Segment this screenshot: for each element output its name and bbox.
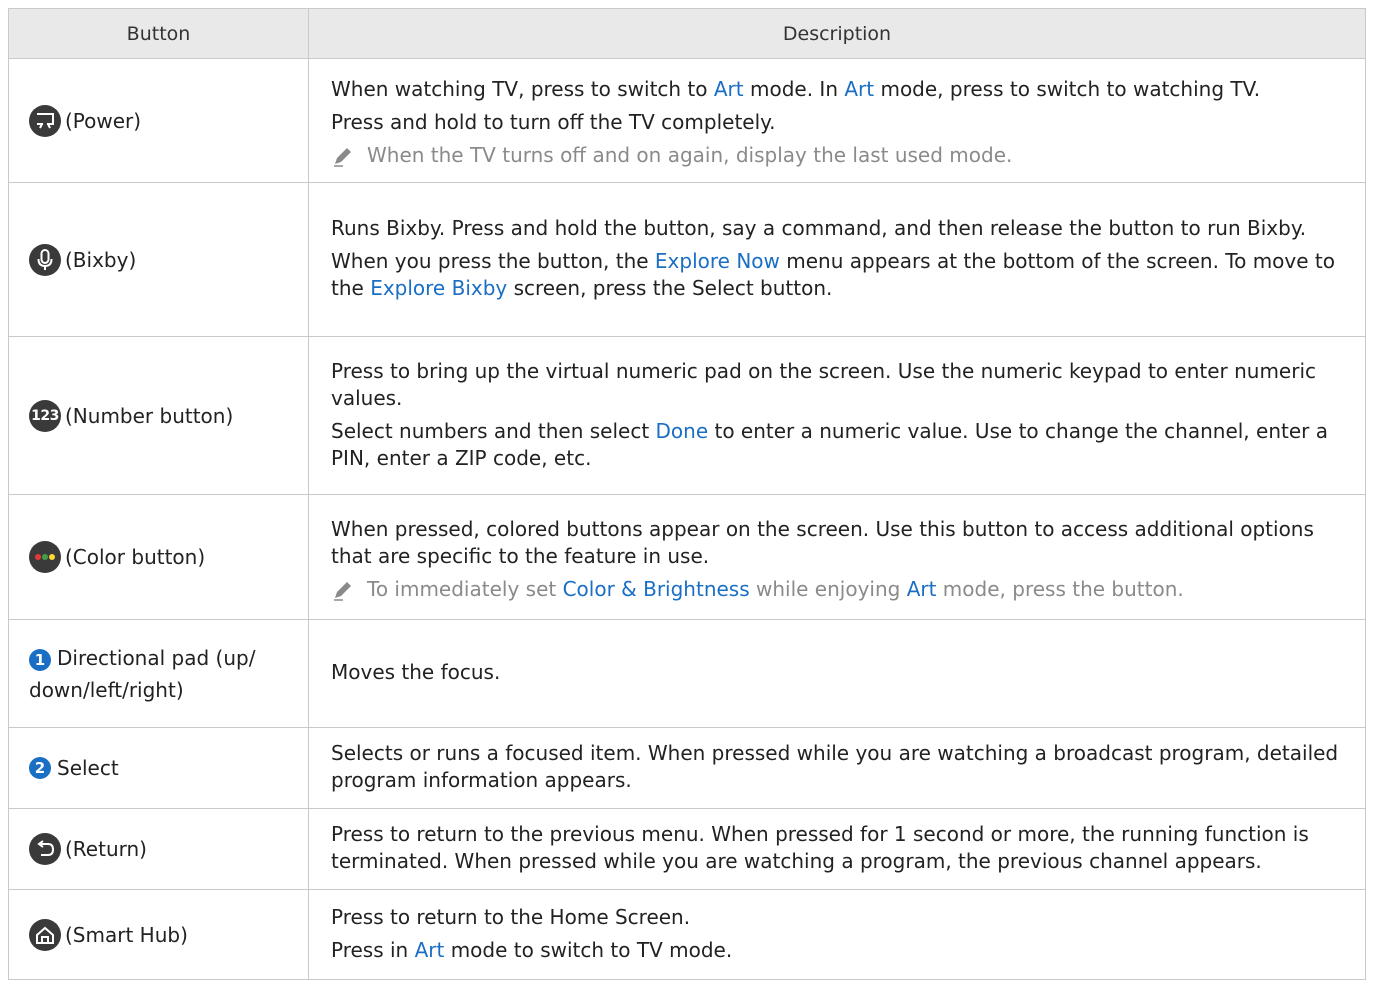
button-label: (Power) bbox=[65, 108, 142, 133]
microphone-icon bbox=[29, 243, 61, 276]
table-row: (Return) Press to return to the previous… bbox=[8, 808, 1366, 890]
description-paragraph: Selects or runs a focused item. When pre… bbox=[331, 741, 1339, 792]
description-paragraph: Press to bring up the virtual numeric pa… bbox=[331, 358, 1317, 410]
button-cell: (Smart Hub) bbox=[8, 889, 309, 980]
description-cell: Press to bring up the virtual numeric pa… bbox=[308, 336, 1366, 495]
description-cell: When pressed, colored buttons appear on … bbox=[308, 494, 1366, 620]
description-paragraph: Press in Art mode to switch to TV mode. bbox=[331, 937, 733, 962]
button-label: (Return) bbox=[65, 837, 147, 861]
table-row: (Color button) When pressed, colored but… bbox=[8, 494, 1366, 620]
button-cell: (Return) bbox=[8, 808, 309, 890]
number-123-icon: 123 bbox=[29, 399, 61, 432]
return-arrow-icon bbox=[29, 833, 61, 865]
description-cell: Press to return to the previous menu. Wh… bbox=[308, 808, 1366, 890]
button-cell: 123 (Number button) bbox=[8, 336, 309, 495]
color-dots-icon bbox=[29, 541, 61, 573]
table-row: 1 Directional pad (up/ down/left/right) M… bbox=[8, 619, 1366, 728]
number-badge-1: 1 bbox=[29, 648, 51, 671]
description-paragraph: Moves the focus. bbox=[331, 660, 501, 684]
power-art-icon bbox=[29, 104, 61, 137]
pencil-note-icon bbox=[334, 148, 351, 167]
description-cell: Selects or runs a focused item. When pre… bbox=[308, 727, 1366, 809]
description-paragraph: Runs Bixby. Press and hold the button, s… bbox=[331, 216, 1307, 240]
home-icon bbox=[29, 918, 61, 951]
button-label: (Number button) bbox=[65, 403, 234, 428]
number-badge-2: 2 bbox=[29, 757, 51, 779]
table-row: (Bixby) Runs Bixby. Press and hold the b… bbox=[8, 182, 1366, 337]
note: When the TV turns off and on again, disp… bbox=[331, 142, 1345, 169]
note-text: To immediately set Color & Brightness wh… bbox=[367, 576, 1184, 601]
table-row: 123 (Number button) Press to bring up th… bbox=[8, 336, 1366, 495]
description-paragraph: When watching TV, press to switch to Art… bbox=[331, 77, 1261, 101]
description-cell: Moves the focus. bbox=[308, 619, 1366, 728]
button-label: (Bixby) bbox=[65, 247, 137, 272]
button-label: (Color button) bbox=[65, 545, 206, 569]
button-label: Directional pad (up/ down/left/right) bbox=[29, 645, 256, 702]
description-cell: Runs Bixby. Press and hold the button, s… bbox=[308, 182, 1366, 337]
pencil-note-icon bbox=[334, 581, 351, 601]
button-cell: (Color button) bbox=[8, 494, 309, 620]
table-row: (Smart Hub) Press to return to the Home … bbox=[8, 889, 1366, 980]
description-paragraph: Press and hold to turn off the TV comple… bbox=[331, 110, 776, 134]
button-cell: (Power) bbox=[8, 58, 309, 183]
table-row: (Power) When watching TV, press to switc… bbox=[8, 58, 1366, 183]
button-cell: 1 Directional pad (up/ down/left/right) bbox=[8, 619, 309, 728]
table-row: 2 Select Selects or runs a focused item. … bbox=[8, 727, 1366, 809]
description-cell: When watching TV, press to switch to Art… bbox=[308, 58, 1366, 183]
description-paragraph: When pressed, colored buttons appear on … bbox=[331, 516, 1314, 568]
button-cell: (Bixby) bbox=[8, 182, 309, 337]
note-text: When the TV turns off and on again, disp… bbox=[367, 143, 1013, 167]
header-description: Description bbox=[308, 8, 1366, 59]
button-label: (Smart Hub) bbox=[65, 922, 188, 947]
description-paragraph: When you press the button, the Explore N… bbox=[331, 249, 1335, 300]
description-paragraph: Select numbers and then select Done to e… bbox=[331, 418, 1328, 470]
note: To immediately set Color & Brightness wh… bbox=[331, 576, 1345, 603]
description-cell: Press to return to the Home Screen. Pres… bbox=[308, 889, 1366, 980]
button-description-table: Button Description (Power) When watching… bbox=[8, 8, 1366, 980]
button-cell: 2 Select bbox=[8, 727, 309, 809]
table-header-row: Button Description bbox=[8, 8, 1366, 59]
header-button: Button bbox=[8, 8, 309, 59]
button-label: Select bbox=[57, 756, 119, 780]
description-paragraph: Press to return to the previous menu. Wh… bbox=[331, 822, 1309, 873]
description-paragraph: Press to return to the Home Screen. bbox=[331, 904, 691, 929]
